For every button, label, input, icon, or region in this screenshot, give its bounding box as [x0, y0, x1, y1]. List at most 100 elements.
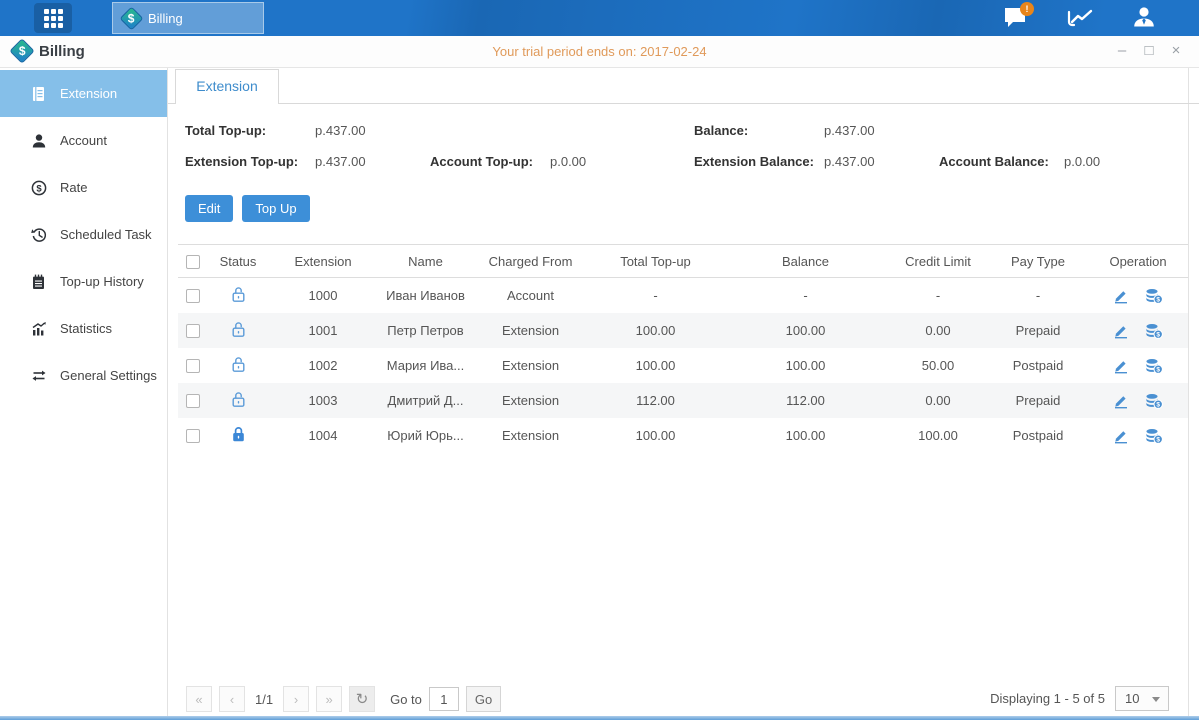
user-icon: [1131, 5, 1157, 31]
goto-page-input[interactable]: [429, 687, 459, 711]
messages-button[interactable]: !: [1001, 3, 1031, 33]
col-pay-type: Pay Type: [988, 245, 1088, 278]
select-all-checkbox[interactable]: [186, 255, 200, 269]
sliders-icon: [30, 367, 47, 384]
taskbar-tab-billing[interactable]: $ Billing: [112, 2, 264, 34]
panel-right-border: [1188, 68, 1189, 716]
cell-pay-type: Postpaid: [988, 418, 1088, 453]
user-account-button[interactable]: [1129, 3, 1159, 33]
line-chart-icon: [1066, 6, 1094, 30]
notepad-icon: [30, 273, 47, 290]
cell-name: Дмитрий Д...: [378, 383, 473, 418]
cell-extension: 1001: [268, 313, 378, 348]
top-up-button[interactable]: Top Up: [242, 195, 309, 222]
prev-page-button[interactable]: ‹: [219, 686, 245, 712]
lock-open-icon[interactable]: [231, 356, 246, 373]
cell-name: Иван Иванов: [378, 278, 473, 314]
lock-open-icon[interactable]: [231, 321, 246, 338]
taskbar-tab-label: Billing: [148, 11, 183, 26]
page-indicator: 1/1: [252, 692, 276, 707]
edit-pencil-icon[interactable]: [1113, 428, 1129, 444]
sidebar-item-general-settings[interactable]: General Settings: [0, 352, 167, 399]
cell-credit-limit: 0.00: [888, 383, 988, 418]
billing-window: $ Billing !: [0, 0, 1199, 720]
next-page-button[interactable]: ›: [283, 686, 309, 712]
refresh-button[interactable]: ↻: [349, 686, 375, 712]
cell-charged-from: Extension: [473, 383, 588, 418]
svg-text:$: $: [1156, 296, 1160, 303]
sidebar-item-label: General Settings: [60, 368, 157, 383]
edit-pencil-icon[interactable]: [1113, 358, 1129, 374]
sidebar-item-account[interactable]: Account: [0, 117, 167, 164]
cell-charged-from: Account: [473, 278, 588, 314]
minimize-button[interactable]: –: [1113, 41, 1131, 61]
row-checkbox[interactable]: [186, 289, 200, 303]
tab-extension[interactable]: Extension: [175, 69, 279, 104]
first-page-button[interactable]: «: [186, 686, 212, 712]
last-page-button[interactable]: »: [316, 686, 342, 712]
cell-charged-from: Extension: [473, 313, 588, 348]
journal-icon: [30, 85, 47, 102]
row-checkbox[interactable]: [186, 324, 200, 338]
notification-badge: !: [1020, 2, 1034, 16]
topup-coins-icon[interactable]: $: [1145, 323, 1163, 339]
sidebar-item-scheduled-task[interactable]: Scheduled Task: [0, 211, 167, 258]
sidebar-item-topup-history[interactable]: Top-up History: [0, 258, 167, 305]
edit-pencil-icon[interactable]: [1113, 288, 1129, 304]
taskbar: $ Billing !: [0, 0, 1199, 36]
col-extension: Extension: [268, 245, 378, 278]
tab-bar: Extension: [168, 68, 1199, 104]
topup-coins-icon[interactable]: $: [1145, 288, 1163, 304]
cell-credit-limit: 50.00: [888, 348, 988, 383]
stats-chart-icon: [30, 320, 47, 337]
app-launcher-button[interactable]: [34, 3, 72, 33]
sidebar-item-label: Account: [60, 133, 107, 148]
edit-button[interactable]: Edit: [185, 195, 233, 222]
edit-pencil-icon[interactable]: [1113, 393, 1129, 409]
close-button[interactable]: ×: [1167, 41, 1185, 61]
cell-total-topup: 100.00: [588, 313, 723, 348]
page-size-select[interactable]: 10: [1115, 686, 1169, 711]
maximize-button[interactable]: □: [1140, 41, 1158, 61]
balance-value: p.437.00: [824, 115, 939, 146]
balance-label: Balance:: [694, 115, 824, 146]
table-row: 1002 Мария Ива... Extension 100.00 100.0…: [178, 348, 1188, 383]
sidebar-item-label: Extension: [60, 86, 117, 101]
account-topup-label: Account Top-up:: [430, 146, 550, 177]
extension-table: Status Extension Name Charged From Total…: [178, 244, 1188, 453]
topup-coins-icon[interactable]: $: [1145, 428, 1163, 444]
reports-button[interactable]: [1065, 3, 1095, 33]
account-balance-value: p.0.00: [1064, 146, 1179, 177]
row-checkbox[interactable]: [186, 429, 200, 443]
row-checkbox[interactable]: [186, 359, 200, 373]
col-operation: Operation: [1088, 245, 1188, 278]
cell-pay-type: Prepaid: [988, 383, 1088, 418]
row-checkbox[interactable]: [186, 394, 200, 408]
cell-total-topup: 100.00: [588, 418, 723, 453]
sidebar-item-statistics[interactable]: Statistics: [0, 305, 167, 352]
sidebar-item-extension[interactable]: Extension: [0, 70, 167, 117]
sidebar-item-label: Top-up History: [60, 274, 144, 289]
sidebar-item-label: Scheduled Task: [60, 227, 152, 242]
svg-text:$: $: [1156, 331, 1160, 338]
cell-balance: 112.00: [723, 383, 888, 418]
edit-pencil-icon[interactable]: [1113, 323, 1129, 339]
extension-balance-label: Extension Balance:: [694, 146, 824, 177]
topup-coins-icon[interactable]: $: [1145, 358, 1163, 374]
table-row: 1003 Дмитрий Д... Extension 112.00 112.0…: [178, 383, 1188, 418]
go-button[interactable]: Go: [466, 686, 501, 712]
svg-text:$: $: [36, 183, 42, 194]
lock-open-icon[interactable]: [231, 286, 246, 303]
cell-total-topup: 100.00: [588, 348, 723, 383]
person-icon: [30, 132, 47, 149]
table-header-row: Status Extension Name Charged From Total…: [178, 245, 1188, 278]
sidebar-item-rate[interactable]: $ Rate: [0, 164, 167, 211]
trial-notice: Your trial period ends on: 2017-02-24: [0, 44, 1199, 59]
col-balance: Balance: [723, 245, 888, 278]
lock-open-icon[interactable]: [231, 391, 246, 408]
lock-closed-icon[interactable]: [231, 426, 246, 443]
cell-balance: 100.00: [723, 348, 888, 383]
topup-coins-icon[interactable]: $: [1145, 393, 1163, 409]
cell-name: Юрий Юрь...: [378, 418, 473, 453]
extension-table-body: 1000 Иван Иванов Account - - - - $: [178, 278, 1188, 454]
